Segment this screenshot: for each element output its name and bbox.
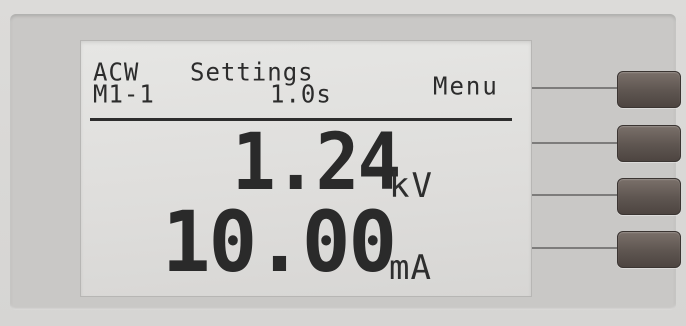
instrument-panel: ACW Settings M1-1 1.0s Menu 1.24 kV 10.0… xyxy=(0,0,686,326)
current-readout: 10.00 xyxy=(162,193,397,291)
softkey-3-button[interactable] xyxy=(617,178,681,215)
lcd-screen: ACW Settings M1-1 1.0s Menu 1.24 kV 10.0… xyxy=(80,40,532,297)
test-time-value: 1.0s xyxy=(270,79,332,109)
step-number-label: M1-1 xyxy=(93,79,155,109)
softkey-4-indicator-line xyxy=(532,247,617,249)
softkey-4-button[interactable] xyxy=(617,231,681,268)
menu-label: Menu xyxy=(433,71,499,101)
voltage-unit: kV xyxy=(389,166,434,206)
current-unit: mA xyxy=(389,248,432,288)
softkey-2-indicator-line xyxy=(532,142,617,144)
softkey-3-indicator-line xyxy=(532,194,617,196)
softkey-menu-button[interactable] xyxy=(617,71,681,108)
voltage-readout: 1.24 xyxy=(232,118,401,208)
softkey-1-indicator-line xyxy=(532,87,617,89)
softkey-2-button[interactable] xyxy=(617,125,681,162)
